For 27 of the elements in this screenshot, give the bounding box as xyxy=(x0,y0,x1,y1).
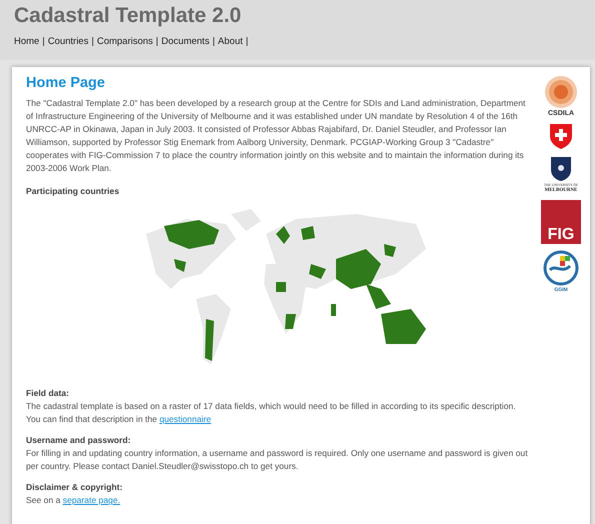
logo-text: FIG xyxy=(541,200,581,244)
sun-logo-icon xyxy=(544,75,578,109)
nav-link[interactable]: About xyxy=(218,36,243,47)
globe-logo-icon xyxy=(542,250,580,286)
site-title: Cadastral Template 2.0 xyxy=(14,4,242,28)
nav-separator: | xyxy=(91,36,94,47)
section-heading: Username and password: xyxy=(26,434,132,447)
section-text: The cadastral template is based on a raster of 17 data fields, which would need to be filled in according to its specific description. You can find that description in the questionnaire xyxy=(26,400,517,426)
section-text: See on a separate page. xyxy=(26,494,122,507)
nav-link[interactable]: Documents xyxy=(161,36,210,47)
section-text: For filling in and updating country information, a username and password is required. Only one username and password is given out per country. Please contact Daniel.Steudler@swisstopo.ch to get yours. xyxy=(26,447,528,473)
nav-link[interactable]: Comparisons xyxy=(96,36,153,47)
nav-link[interactable]: Home xyxy=(14,36,40,47)
crest-icon xyxy=(550,156,572,182)
section-heading: Field data: xyxy=(26,387,70,400)
nav-separator: | xyxy=(42,36,45,47)
text-link[interactable]: questionnaire xyxy=(159,414,212,424)
nav-separator: | xyxy=(246,36,248,47)
nav-separator: | xyxy=(156,36,158,47)
nav-link[interactable]: Countries xyxy=(48,36,88,47)
nav-separator: | xyxy=(212,36,215,47)
section-heading: Participating countries xyxy=(26,185,120,198)
intro-paragraph: The "Cadastral Template 2.0" has been developed by a research group at the Centre for SDIs and Land administration, Department of Infrastructure Engineering of the University of Melbourne and it was established under UN mandate by Resolution 4 of the 16th UNRCC-AP in Okinawa, Japan in July 2003. It consisted of Professor Abbas Rajabifard, Dr. Daniel Steudler, and Professor Ian Williamson, supported by Professor Stig Enemark from Aalborg University, Denmark. PCGIAP-Working Group 3 "Cadastre" cooperates with FIG-Commission 7 to place the country information jointly on this website and to maintain the information during its 2003-2006 Work Plan. xyxy=(26,97,526,175)
text-link[interactable]: separate page. xyxy=(62,495,120,505)
swiss-shield-icon xyxy=(549,123,573,150)
section-heading: Disclaimer & copyright: xyxy=(26,481,124,494)
page-heading: Home Page xyxy=(26,75,106,91)
